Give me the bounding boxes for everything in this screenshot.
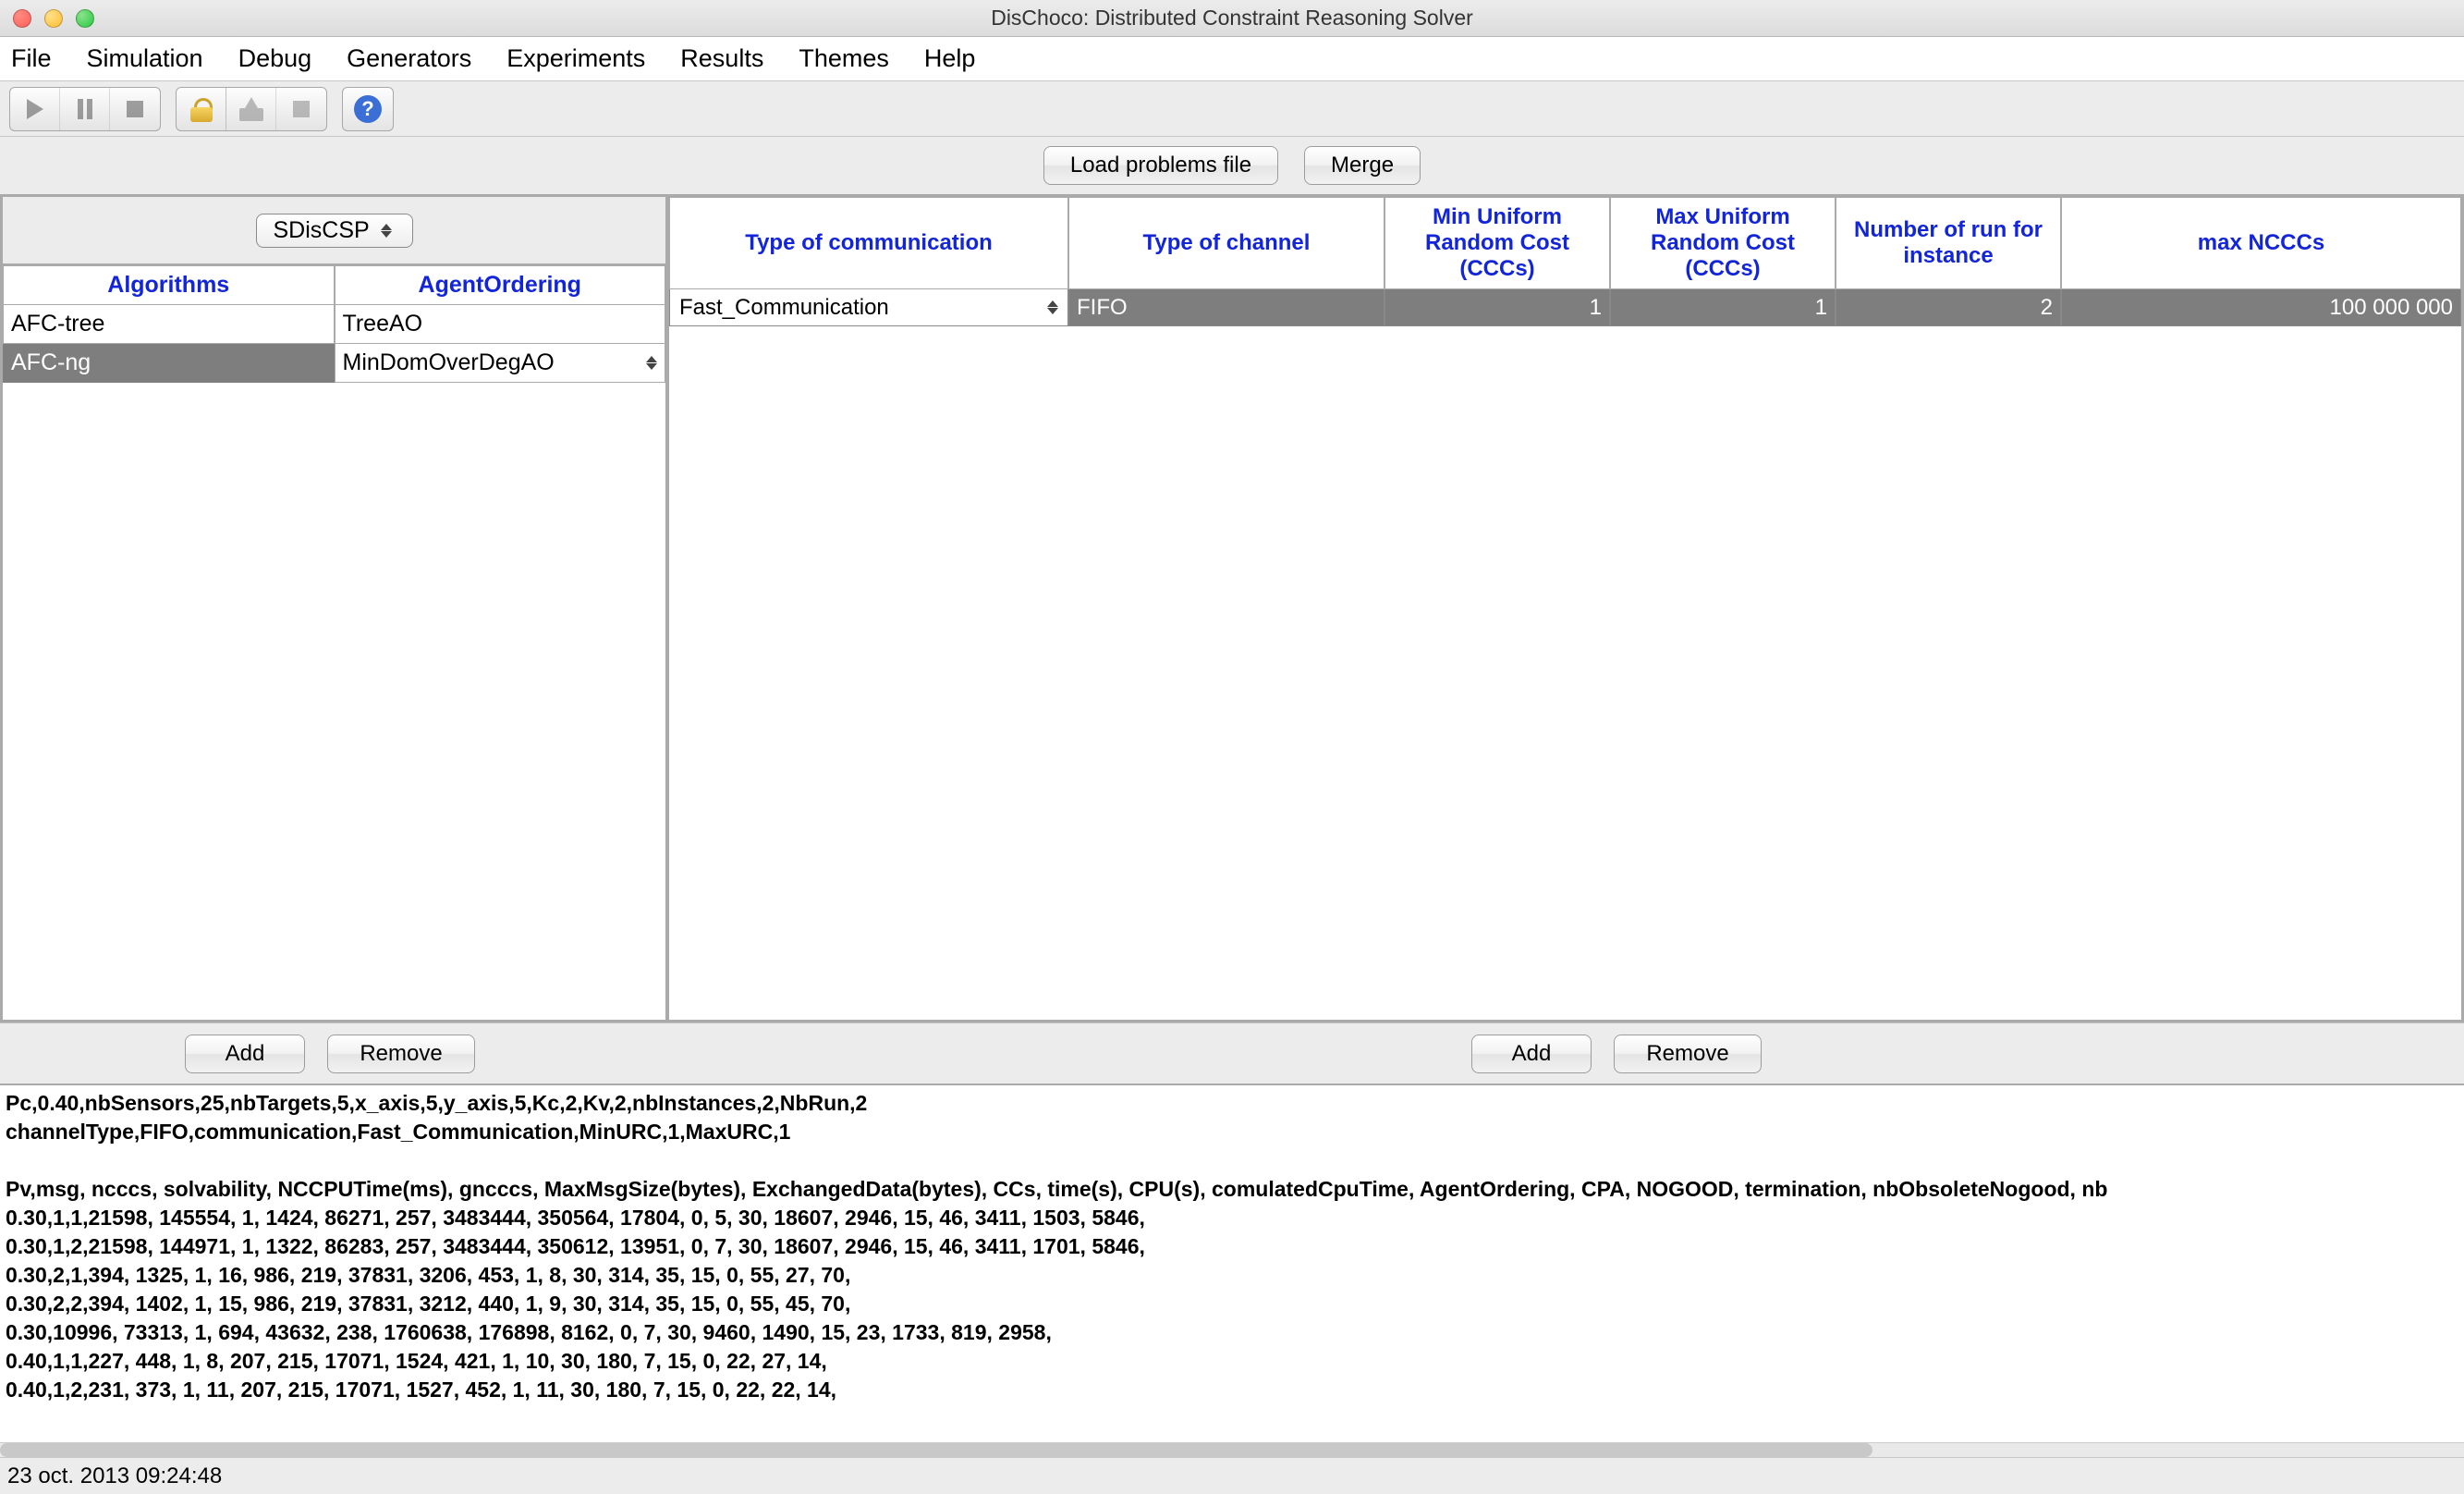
model-select-row: SDisCSP [3,197,665,263]
add-right-button[interactable]: Add [1471,1035,1592,1073]
stop2-button[interactable] [276,88,326,130]
menu-help[interactable]: Help [924,44,976,73]
window-minimize-button[interactable] [44,9,63,28]
pause-button[interactable] [60,88,110,130]
menubar: File Simulation Debug Generators Experim… [0,37,2464,81]
lock-icon [190,98,213,120]
main-split: SDisCSP Algorithms AgentOrdering AFC-tre… [0,194,2464,1023]
toolbar: ? [0,81,2464,137]
play-button[interactable] [10,88,60,130]
chevron-updown-icon [646,356,657,370]
stop-icon [293,101,310,117]
col-header-minurc[interactable]: Min Uniform Random Cost (CCCs) [1384,197,1610,289]
col-header-maxncccs[interactable]: max NCCCs [2061,197,2461,289]
scrollbar-thumb[interactable] [0,1443,1872,1457]
statusbar: 23 oct. 2013 09:24:48 [0,1457,2464,1494]
col-header-communication[interactable]: Type of communication [669,197,1068,289]
menu-simulation[interactable]: Simulation [87,44,203,73]
stop-button[interactable] [110,88,160,130]
communication-value: Fast_Communication [679,295,889,321]
window-close-button[interactable] [13,9,31,28]
col-header-maxurc[interactable]: Max Uniform Random Cost (CCCs) [1610,197,1836,289]
algorithms-table: Algorithms AgentOrdering AFC-tree TreeAO… [3,263,665,1020]
help-icon: ? [354,95,382,123]
cell-minurc: 1 [1384,289,1610,326]
window-zoom-button[interactable] [76,9,94,28]
top-button-row: Load problems file Merge [0,137,2464,194]
stop-icon [127,101,143,117]
export-icon [239,97,263,121]
table-row[interactable]: Fast_Communication FIFO 1 1 2 100 000 00… [669,289,2461,326]
horizontal-scrollbar[interactable] [0,1442,2464,1457]
lock-button[interactable] [177,88,226,130]
play-icon [27,99,43,119]
cell-algorithm: AFC-ng [3,344,335,383]
remove-left-button[interactable]: Remove [327,1035,475,1073]
menu-themes[interactable]: Themes [799,44,889,73]
chevron-updown-icon [381,224,392,238]
right-table-header: Type of communication Type of channel Mi… [669,197,2461,289]
menu-experiments[interactable]: Experiments [506,44,645,73]
model-select[interactable]: SDisCSP [256,214,413,248]
col-header-algorithms[interactable]: Algorithms [3,265,335,305]
cell-communication-select[interactable]: Fast_Communication [669,289,1068,326]
col-header-channel[interactable]: Type of channel [1068,197,1384,289]
mid-button-row: Add Remove Add Remove [0,1023,2464,1084]
cell-ordering: TreeAO [335,305,666,344]
right-pane: Type of communication Type of channel Mi… [667,194,2464,1023]
cell-nrun: 2 [1836,289,2061,326]
add-left-button[interactable]: Add [185,1035,305,1073]
chevron-updown-icon [1047,300,1058,314]
load-problems-button[interactable]: Load problems file [1043,146,1278,185]
menu-generators[interactable]: Generators [347,44,471,73]
ordering-select-value: MinDomOverDegAO [343,349,555,376]
model-select-value: SDisCSP [274,217,370,244]
cell-maxncccs: 100 000 000 [2061,289,2461,326]
help-button[interactable]: ? [343,88,393,130]
left-pane: SDisCSP Algorithms AgentOrdering AFC-tre… [0,194,667,1023]
menu-file[interactable]: File [11,44,52,73]
col-header-agentordering[interactable]: AgentOrdering [335,265,666,305]
menu-debug[interactable]: Debug [238,44,312,73]
col-header-nrun[interactable]: Number of run for instance [1836,197,2061,289]
cell-ordering-select[interactable]: MinDomOverDegAO [335,344,666,383]
log-output[interactable]: Pc,0.40,nbSensors,25,nbTargets,5,x_axis,… [0,1084,2464,1442]
menu-results[interactable]: Results [680,44,763,73]
export-button[interactable] [226,88,276,130]
table-row[interactable]: AFC-tree TreeAO [3,305,665,344]
cell-maxurc: 1 [1610,289,1836,326]
merge-button[interactable]: Merge [1304,146,1421,185]
cell-channel: FIFO [1068,289,1384,326]
table-row[interactable]: AFC-ng MinDomOverDegAO [3,344,665,383]
titlebar: DisChoco: Distributed Constraint Reasoni… [0,0,2464,37]
status-timestamp: 23 oct. 2013 09:24:48 [7,1463,222,1489]
cell-algorithm: AFC-tree [3,305,335,344]
window-title: DisChoco: Distributed Constraint Reasoni… [991,6,1473,31]
remove-right-button[interactable]: Remove [1614,1035,1762,1073]
pause-icon [78,99,92,119]
